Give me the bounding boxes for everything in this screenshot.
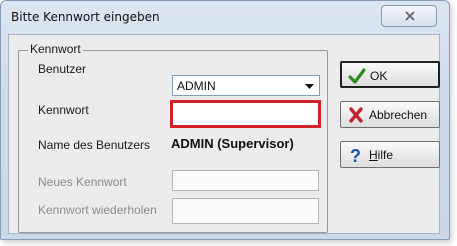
cancel-x-icon	[349, 107, 363, 123]
benutzer-name-value: ADMIN (Supervisor)	[171, 136, 294, 151]
hilfe-button[interactable]: ? Hilfe	[340, 141, 440, 168]
benutzer-selected-value: ADMIN	[177, 79, 216, 93]
ok-button[interactable]: OK	[340, 61, 440, 88]
benutzer-label: Benutzer	[38, 62, 87, 76]
kennwort-field[interactable]	[170, 100, 321, 128]
abbrechen-button[interactable]: Abbrechen	[340, 101, 440, 128]
kennwort-label: Kennwort	[38, 103, 89, 117]
abbrechen-button-label: Abbrechen	[369, 108, 428, 122]
kennwort-wiederholen-label: Kennwort wiederholen	[38, 203, 157, 217]
groupbox-legend: Kennwort	[28, 42, 83, 56]
ok-button-label: OK	[370, 69, 388, 83]
name-label: Name des Benutzers	[38, 138, 151, 152]
neues-kennwort-field[interactable]	[172, 170, 319, 191]
dialog-title: Bitte Kennwort eingeben	[11, 10, 160, 24]
neues-kennwort-label: Neues Kennwort	[38, 175, 127, 189]
hilfe-button-label: Hilfe	[369, 148, 394, 162]
chevron-down-icon[interactable]	[302, 78, 317, 93]
benutzer-select[interactable]: ADMIN	[172, 75, 320, 96]
help-question-icon: ?	[350, 146, 361, 164]
checkmark-icon	[348, 68, 366, 84]
title-bar[interactable]: Bitte Kennwort eingeben	[1, 1, 449, 27]
svg-text:?: ?	[350, 146, 361, 164]
close-icon	[405, 11, 415, 21]
close-button[interactable]	[381, 5, 437, 27]
kennwort-wiederholen-field[interactable]	[172, 198, 319, 224]
